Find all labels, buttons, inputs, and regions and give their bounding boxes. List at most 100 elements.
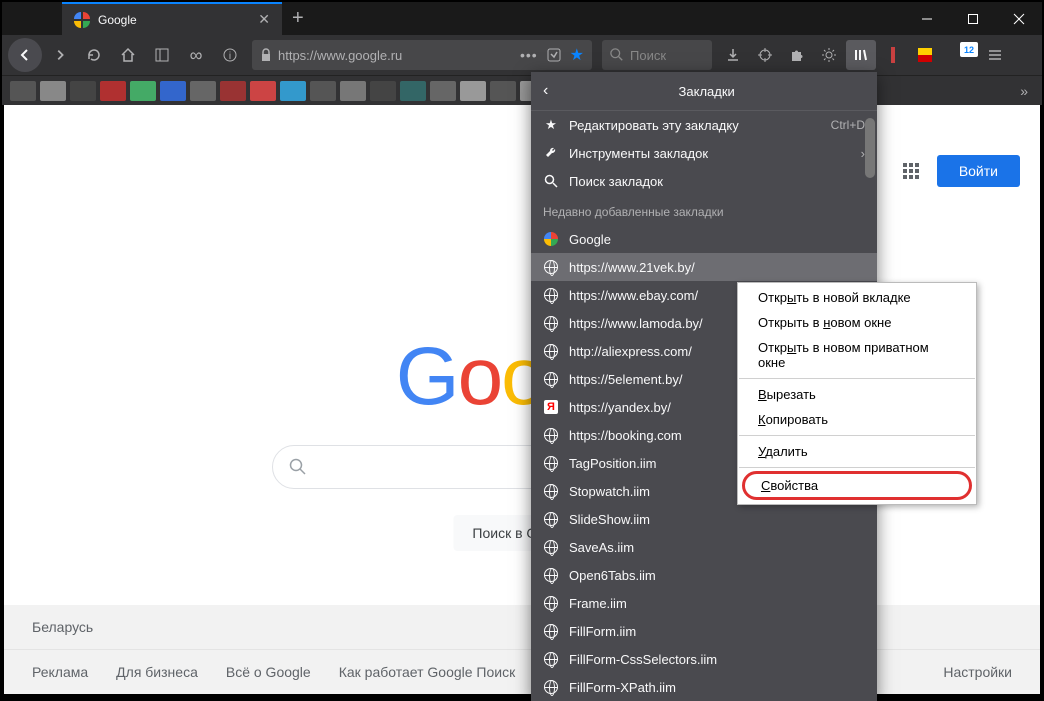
panel-header: ‹ Закладки — [531, 72, 877, 111]
bookmark-label: Frame.iim — [569, 596, 627, 611]
search-bar[interactable]: Поиск — [602, 40, 712, 70]
bookmark-item[interactable] — [430, 81, 456, 101]
extension-flag-icon[interactable] — [910, 40, 940, 70]
calendar-icon[interactable]: 12 — [942, 40, 978, 70]
sidebar-button[interactable] — [146, 39, 178, 71]
panel-scrollbar[interactable] — [865, 118, 875, 178]
footer-link[interactable]: Настройки — [943, 664, 1012, 680]
footer-link[interactable]: Всё о Google — [226, 664, 311, 680]
tab-close-icon[interactable]: ✕ — [258, 11, 270, 28]
bookmark-label: https://5element.by/ — [569, 372, 682, 387]
globe-icon — [543, 427, 559, 443]
new-tab-button[interactable]: + — [282, 2, 314, 35]
bookmark-label: FillForm.iim — [569, 624, 636, 639]
bookmark-item[interactable] — [340, 81, 366, 101]
search-bookmarks-row[interactable]: Поиск закладок — [531, 167, 877, 195]
bookmark-item[interactable] — [130, 81, 156, 101]
context-delete[interactable]: Удалить — [738, 439, 976, 464]
info-button[interactable]: i — [214, 39, 246, 71]
hamburger-menu-icon[interactable] — [980, 40, 1010, 70]
footer-link[interactable]: Реклама — [32, 664, 88, 680]
bookmark-item[interactable] — [190, 81, 216, 101]
bookmark-item[interactable]: FillForm.iim — [531, 617, 877, 645]
search-icon — [610, 48, 624, 62]
bookmark-item[interactable] — [70, 81, 96, 101]
bookmark-tools-row[interactable]: Инструменты закладок › — [531, 139, 877, 167]
url-bar[interactable]: https://www.google.ru ••• ★ — [252, 40, 592, 70]
bookmark-item[interactable]: Open6Tabs.iim — [531, 561, 877, 589]
bookmark-item[interactable] — [460, 81, 486, 101]
bookmark-item[interactable]: SlideShow.iim — [531, 505, 877, 533]
bookmark-item[interactable]: FillForm-CssSelectors.iim — [531, 645, 877, 673]
containers-button[interactable]: ∞ — [180, 39, 212, 71]
footer-link[interactable]: Для бизнеса — [116, 664, 198, 680]
bookmark-item[interactable] — [40, 81, 66, 101]
browser-tab[interactable]: Google ✕ — [62, 2, 282, 35]
bookmark-item[interactable] — [370, 81, 396, 101]
menu-separator — [739, 467, 975, 468]
bookmark-label: https://yandex.by/ — [569, 400, 671, 415]
extension-red-icon[interactable] — [878, 40, 908, 70]
bookmark-star-icon[interactable]: ★ — [570, 45, 584, 65]
bookmark-item[interactable] — [250, 81, 276, 101]
bookmark-item[interactable] — [160, 81, 186, 101]
bookmark-label: Open6Tabs.iim — [569, 568, 656, 583]
google-header: Войти — [903, 155, 1020, 187]
back-button[interactable] — [8, 38, 42, 72]
bookmark-item[interactable] — [400, 81, 426, 101]
bookmark-item[interactable] — [310, 81, 336, 101]
globe-icon — [543, 287, 559, 303]
bookmark-label: SaveAs.iim — [569, 540, 634, 555]
context-cut[interactable]: Вырезать — [738, 382, 976, 407]
context-open-private-window[interactable]: Открыть в новом приватном окне — [738, 335, 976, 375]
bookmark-item[interactable] — [490, 81, 516, 101]
context-copy[interactable]: Копировать — [738, 407, 976, 432]
bookmark-item[interactable] — [280, 81, 306, 101]
bookmark-item[interactable] — [220, 81, 246, 101]
library-button[interactable] — [846, 40, 876, 70]
forward-button[interactable] — [44, 39, 76, 71]
bookmark-item[interactable]: Google — [531, 225, 877, 253]
star-icon: ★ — [543, 117, 559, 133]
signin-button[interactable]: Войти — [937, 155, 1020, 187]
url-text: https://www.google.ru — [278, 48, 402, 63]
home-button[interactable] — [112, 39, 144, 71]
bookmark-label: TagPosition.iim — [569, 456, 656, 471]
extension-crosshair-icon[interactable] — [750, 40, 780, 70]
context-open-new-tab[interactable]: Открыть в новой вкладке — [738, 285, 976, 310]
context-open-new-window[interactable]: Открыть в новом окне — [738, 310, 976, 335]
footer-country: Беларусь — [4, 605, 1040, 650]
bookmark-item[interactable]: FillForm-XPath.iim — [531, 673, 877, 701]
globe-icon — [543, 651, 559, 667]
minimize-button[interactable] — [904, 2, 950, 35]
context-properties[interactable]: Свойства — [742, 471, 972, 500]
maximize-button[interactable] — [950, 2, 996, 35]
globe-icon — [543, 623, 559, 639]
window-controls — [904, 2, 1042, 35]
bookmark-item[interactable] — [100, 81, 126, 101]
reader-icon[interactable] — [546, 47, 562, 63]
settings-gear-icon[interactable] — [814, 40, 844, 70]
edit-bookmark-row[interactable]: ★ Редактировать эту закладку Ctrl+D — [531, 111, 877, 139]
close-button[interactable] — [996, 2, 1042, 35]
wrench-icon — [543, 145, 559, 161]
google-apps-icon[interactable] — [903, 163, 919, 179]
globe-icon — [543, 259, 559, 275]
bookmark-item[interactable] — [10, 81, 36, 101]
download-button[interactable] — [718, 40, 748, 70]
search-placeholder: Поиск — [630, 48, 666, 63]
bookmark-item[interactable]: https://www.21vek.by/ — [531, 253, 877, 281]
bookmark-item[interactable]: Frame.iim — [531, 589, 877, 617]
tab-title: Google — [98, 13, 250, 27]
bookmark-label: http://aliexpress.com/ — [569, 344, 692, 359]
globe-icon — [543, 595, 559, 611]
extension-puzzle-icon[interactable] — [782, 40, 812, 70]
footer-link[interactable]: Как работает Google Поиск — [339, 664, 516, 680]
menu-separator — [739, 435, 975, 436]
bookmarks-bar: » — [2, 75, 1042, 105]
reload-button[interactable] — [78, 39, 110, 71]
globe-icon — [543, 343, 559, 359]
bookmark-item[interactable]: SaveAs.iim — [531, 533, 877, 561]
page-actions-icon[interactable]: ••• — [520, 47, 538, 63]
bookmark-overflow-icon[interactable]: » — [1014, 83, 1034, 99]
